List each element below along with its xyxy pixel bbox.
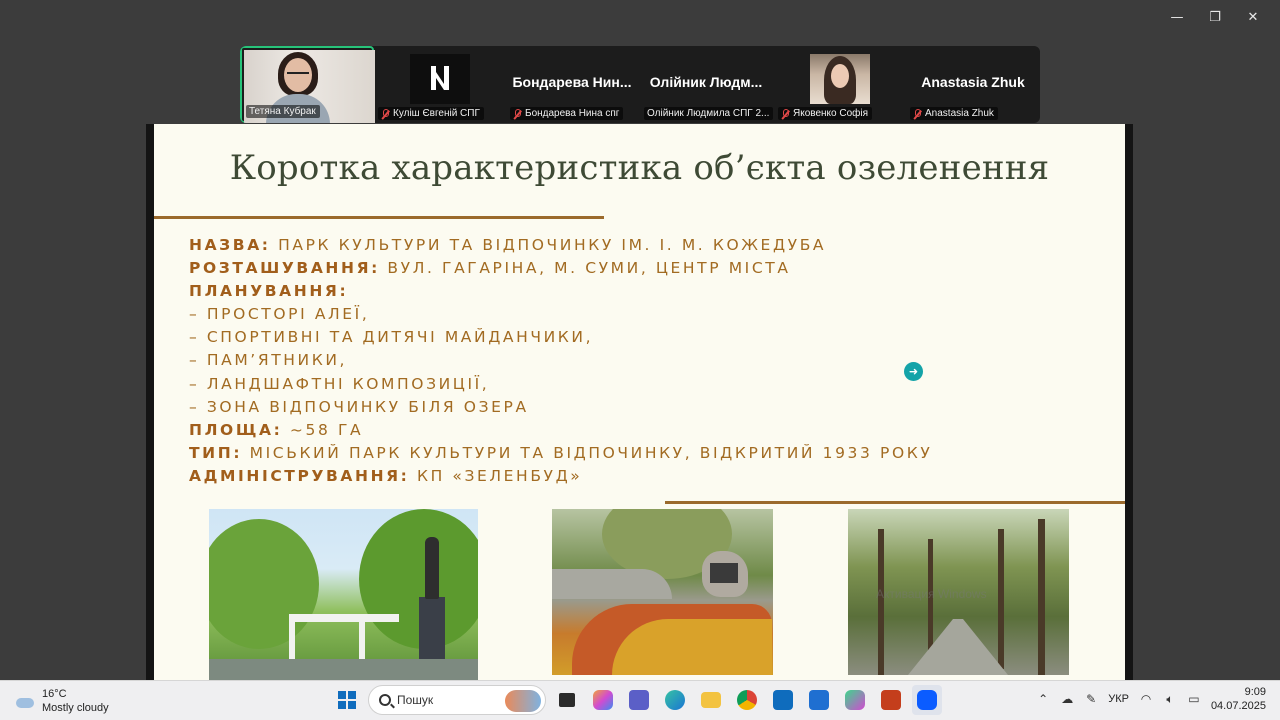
slide-line: – ЛАНДШАФТНІ КОМПОЗИЦІЇ, xyxy=(189,374,490,393)
participant-avatar xyxy=(810,54,870,104)
copilot-button[interactable] xyxy=(588,685,618,715)
start-button[interactable] xyxy=(332,685,362,715)
pen-icon[interactable]: ✎ xyxy=(1084,692,1098,706)
mic-muted-icon xyxy=(913,108,922,119)
taskbar: 16°C Mostly cloudy Пошук ⌃ ☁ ✎ УКР ◠ 🔈︎ … xyxy=(0,680,1280,720)
participant-tile-self[interactable]: Тетяна Кубрак xyxy=(240,46,375,123)
participant-display-name: Бондарева Нин... xyxy=(512,74,632,90)
slide-line: – ПРОСТОРІ АЛЕЇ, xyxy=(189,305,370,324)
shared-slide: Коротка характеристика об’єкта озелененн… xyxy=(146,124,1133,680)
system-tray: ⌃ ☁ ✎ УКР ◠ 🔈︎ ▭ 9:09 04.07.2025 xyxy=(1036,685,1266,713)
mic-muted-icon xyxy=(381,108,390,119)
window-controls: — ❐ ✕ xyxy=(1158,6,1272,28)
participant-name: Яковенко Софія xyxy=(778,107,873,120)
participant-name: Тетяна Кубрак xyxy=(246,105,320,118)
copilot-pro-icon xyxy=(845,690,865,710)
park-photo-flowerbed xyxy=(552,509,773,675)
slide-border-left xyxy=(146,124,154,680)
file-explorer-button[interactable] xyxy=(696,685,726,715)
close-button[interactable]: ✕ xyxy=(1234,6,1272,28)
task-view-button[interactable] xyxy=(552,685,582,715)
folder-icon xyxy=(701,692,721,708)
powerpoint-icon xyxy=(881,690,901,710)
zoom-icon xyxy=(917,690,937,710)
slide-line: ПЛОЩА: ~58 ГА xyxy=(189,420,364,439)
store-button[interactable] xyxy=(804,685,834,715)
search-input[interactable]: Пошук xyxy=(368,685,546,715)
slide-title: Коротка характеристика об’єкта озелененн… xyxy=(229,148,1050,188)
participant-tile[interactable]: Яковенко Софія xyxy=(774,46,906,123)
language-indicator[interactable]: УКР xyxy=(1108,693,1129,705)
slide-line: ТИП: МІСЬКИЙ ПАРК КУЛЬТУРИ ТА ВІДПОЧИНКУ… xyxy=(189,443,933,462)
teams-icon xyxy=(629,690,649,710)
participant-name: Anastasia Zhuk xyxy=(910,107,998,120)
clock-time: 9:09 xyxy=(1244,686,1266,698)
search-highlight-icon xyxy=(505,690,541,712)
edge-button[interactable] xyxy=(660,685,690,715)
powerpoint-button[interactable] xyxy=(876,685,906,715)
participant-avatar xyxy=(410,54,470,104)
slide-line: НАЗВА: ПАРК КУЛЬТУРИ ТА ВІДПОЧИНКУ ІМ. І… xyxy=(189,236,827,254)
clock[interactable]: 9:09 04.07.2025 xyxy=(1211,685,1266,713)
teams-button[interactable] xyxy=(624,685,654,715)
slide-line: – СПОРТИВНІ ТА ДИТЯЧІ МАЙДАНЧИКИ, xyxy=(189,328,594,347)
chrome-button[interactable] xyxy=(732,685,762,715)
divider-top xyxy=(154,216,604,219)
search-placeholder: Пошук xyxy=(397,693,434,707)
weather-widget[interactable]: 16°C Mostly cloudy xyxy=(14,687,109,715)
participant-tile[interactable]: Бондарева Нин... Бондарева Нина спг xyxy=(506,46,638,123)
task-view-icon xyxy=(559,693,575,707)
participant-tile[interactable]: Куліш Євгеній СПГ xyxy=(374,46,506,123)
participant-display-name: Anastasia Zhuk xyxy=(921,74,1025,90)
windows-icon xyxy=(338,691,356,709)
search-icon xyxy=(379,694,391,706)
cloud-sun-icon xyxy=(14,693,36,709)
slide-line: – ПАМ’ЯТНИКИ, xyxy=(189,351,348,370)
battery-icon[interactable]: ▭ xyxy=(1187,692,1201,706)
copilot-icon xyxy=(593,690,613,710)
zoom-button[interactable] xyxy=(912,685,942,715)
avatar-logo-icon xyxy=(431,66,449,90)
copilot-pro-button[interactable] xyxy=(840,685,870,715)
slide-line: – ЗОНА ВІДПОЧИНКУ БІЛЯ ОЗЕРА xyxy=(189,397,529,416)
participant-name: Олійник Людмила СПГ 2... xyxy=(644,107,774,120)
participant-name: Куліш Євгеній СПГ xyxy=(378,107,484,120)
clock-date: 04.07.2025 xyxy=(1210,700,1266,712)
park-photo-monument xyxy=(209,509,478,680)
participant-tile[interactable]: Олійник Людм... Олійник Людмила СПГ 2... xyxy=(640,46,774,123)
chevron-up-icon[interactable]: ⌃ xyxy=(1036,692,1050,706)
outlook-icon xyxy=(773,690,793,710)
participant-display-name: Олійник Людм... xyxy=(649,74,763,90)
participant-strip: Тетяна Кубрак Куліш Євгеній СПГ Бондарев… xyxy=(240,46,1040,123)
mic-muted-icon xyxy=(781,108,790,119)
cloud-sync-icon[interactable]: ☁ xyxy=(1060,692,1074,706)
weather-desc: Mostly cloudy xyxy=(42,702,109,714)
restore-button[interactable]: ❐ xyxy=(1196,6,1234,28)
mic-muted-icon xyxy=(513,108,522,119)
slide-border-right xyxy=(1125,124,1133,680)
slide-line: АДМІНІСТРУВАННЯ: КП «ЗЕЛЕНБУД» xyxy=(189,466,583,485)
divider-mid xyxy=(665,501,1125,504)
slide-body: НАЗВА: ПАРК КУЛЬТУРИ ТА ВІДПОЧИНКУ ІМ. І… xyxy=(189,234,1089,488)
outlook-button[interactable] xyxy=(768,685,798,715)
slide-line: ПЛАНУВАННЯ: xyxy=(189,282,349,301)
chrome-icon xyxy=(737,690,757,710)
volume-icon[interactable]: 🔈︎ xyxy=(1163,692,1177,706)
participant-name: Бондарева Нина спг xyxy=(510,107,624,120)
minimize-button[interactable]: — xyxy=(1158,6,1196,28)
taskbar-apps: Пошук xyxy=(332,685,942,715)
pointer-cursor-icon: ➜ xyxy=(904,362,923,381)
slide-line: РОЗТАШУВАННЯ: ВУЛ. ГАГАРІНА, М. СУМИ, ЦЕ… xyxy=(189,259,791,278)
weather-temp: 16°C xyxy=(42,688,67,700)
participant-tile[interactable]: Anastasia Zhuk Anastasia Zhuk xyxy=(906,46,1040,123)
edge-icon xyxy=(665,690,685,710)
store-icon xyxy=(809,690,829,710)
wifi-icon[interactable]: ◠ xyxy=(1139,692,1153,706)
activation-watermark: Активация Windows xyxy=(876,587,987,601)
